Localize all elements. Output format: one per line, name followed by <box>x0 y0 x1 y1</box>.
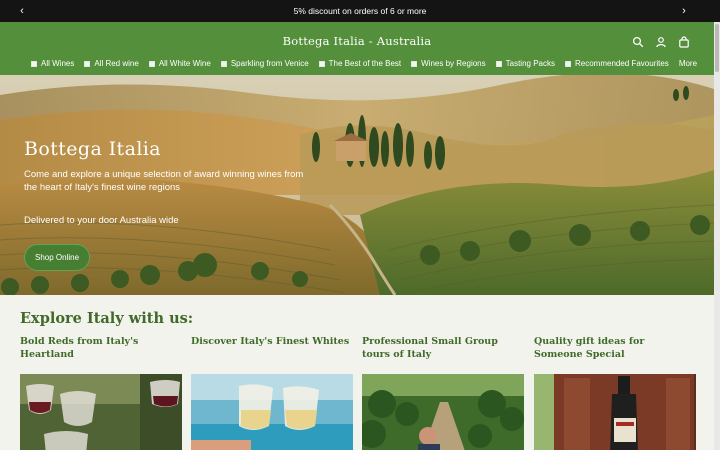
scrollbar-thumb[interactable] <box>715 24 719 72</box>
nav-box-icon <box>148 60 155 67</box>
explore-section: Explore Italy with us: Bold Reds from It… <box>0 295 714 450</box>
card-title[interactable]: Bold Reds from Italy's Heartland <box>20 336 182 368</box>
nav-box-icon <box>564 60 571 67</box>
nav-item-label: The Best of the Best <box>328 59 402 68</box>
nav-item-label: All Red wine <box>94 59 139 68</box>
page-scrollbar[interactable] <box>714 22 720 450</box>
card-image-red-wine-glasses[interactable] <box>20 374 182 450</box>
nav-box-icon <box>84 60 91 67</box>
card-title[interactable]: Discover Italy's Finest Whites <box>191 336 353 368</box>
hero-banner: Bottega Italia Come and explore a unique… <box>0 75 714 295</box>
card-finest-whites[interactable]: Discover Italy's Finest Whites <box>191 336 353 450</box>
nav-item-label: All White Wine <box>158 59 211 68</box>
card-image-wine-gift-box[interactable] <box>534 374 696 450</box>
nav-item-label: Wines by Regions <box>421 59 486 68</box>
nav-item-label: Sparkling from Venice <box>230 59 309 68</box>
card-bold-reds[interactable]: Bold Reds from Italy's Heartland <box>20 336 182 450</box>
nav-box-icon <box>220 60 227 67</box>
card-gift-ideas[interactable]: Quality gift ideas for Someone Special <box>534 336 696 450</box>
hero-subtitle: Come and explore a unique selection of a… <box>24 169 304 193</box>
nav-item-best-of-best[interactable]: The Best of the Best <box>318 59 402 68</box>
chevron-left-icon[interactable]: ‹ <box>11 0 33 22</box>
chevron-right-icon[interactable]: › <box>673 0 695 22</box>
nav-box-icon <box>318 60 325 67</box>
nav-box-icon <box>411 60 418 67</box>
site-logo[interactable]: Bottega Italia - Australia <box>0 34 714 48</box>
search-icon[interactable] <box>632 36 644 48</box>
nav-item-label: All Wines <box>41 59 75 68</box>
nav-item-all-red-wine[interactable]: All Red wine <box>84 59 139 68</box>
announcement-text: 5% discount on orders of 6 or more <box>293 6 427 16</box>
header-icons <box>632 36 690 48</box>
nav-box-icon <box>31 60 37 67</box>
nav-more-label: More <box>678 59 698 68</box>
nav-box-icon <box>495 60 502 67</box>
explore-heading: Explore Italy with us: <box>20 310 194 327</box>
card-title[interactable]: Quality gift ideas for Someone Special <box>534 336 696 368</box>
nav-item-all-wines[interactable]: All Wines <box>31 59 74 68</box>
card-image-vineyard-tour[interactable] <box>362 374 524 450</box>
account-icon[interactable] <box>655 36 667 48</box>
shop-online-button[interactable]: Shop Online <box>24 244 90 271</box>
announcement-bar: ‹ 5% discount on orders of 6 or more › <box>0 0 720 22</box>
nav-item-sparkling[interactable]: Sparkling from Venice <box>220 59 309 68</box>
nav-item-label: Tasting Packs <box>505 59 555 68</box>
nav-item-more[interactable]: More <box>679 59 697 68</box>
nav-item-label: Recommended Favourites <box>574 59 669 68</box>
nav-item-recommended[interactable]: Recommended Favourites <box>564 59 669 68</box>
nav-item-wines-by-regions[interactable]: Wines by Regions <box>411 59 486 68</box>
nav-item-all-white-wine[interactable]: All White Wine <box>148 59 211 68</box>
hero-title: Bottega Italia <box>24 138 161 160</box>
cart-icon[interactable] <box>678 36 690 48</box>
main-nav: All Wines All Red wine All White Wine Sp… <box>31 59 707 68</box>
card-title[interactable]: Professional Small Group tours of Italy <box>362 336 524 368</box>
card-image-white-wine-glasses[interactable] <box>191 374 353 450</box>
hero-delivery-text: Delivered to your door Australia wide <box>24 215 179 226</box>
site-header: Bottega Italia - Australia All Wines All… <box>0 22 714 75</box>
nav-item-tasting-packs[interactable]: Tasting Packs <box>495 59 555 68</box>
card-small-group-tours[interactable]: Professional Small Group tours of Italy <box>362 336 524 450</box>
